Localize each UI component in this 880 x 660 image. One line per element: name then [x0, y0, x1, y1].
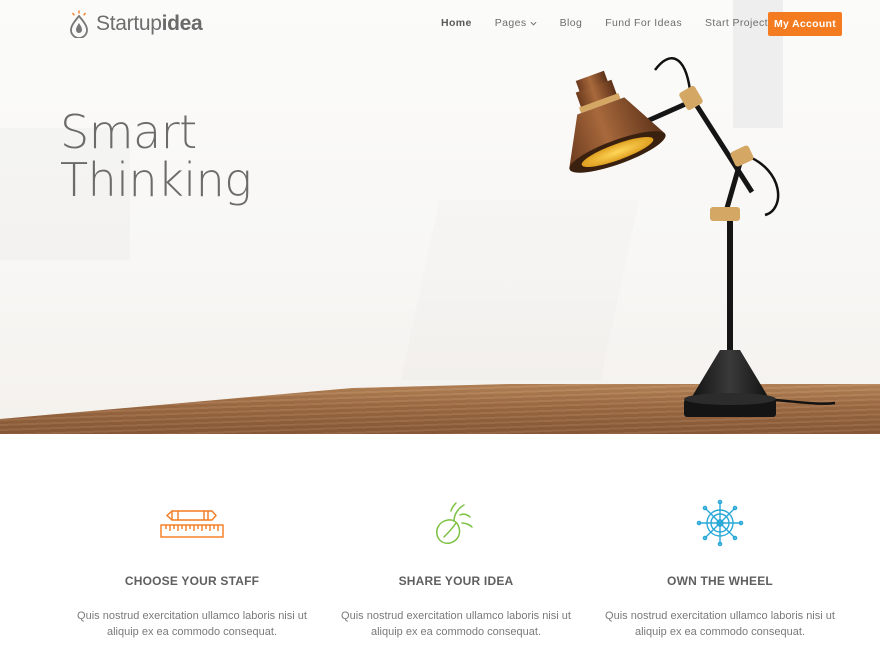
logo-text: Startupidea	[96, 12, 203, 36]
nav-item-label: Pages	[494, 17, 527, 29]
logo-text-bold: idea	[161, 12, 203, 35]
feature-title: OWN THE WHEEL	[667, 574, 773, 588]
site-header: Startupidea Home Pages Blog Fund For Ide…	[0, 0, 880, 48]
feature-description: Quis nostrud exercitation ullamco labori…	[67, 608, 317, 640]
logo-text-regular: Startup	[96, 12, 162, 35]
hero-title-line: Thinking	[60, 153, 252, 207]
ship-wheel-icon	[696, 499, 744, 547]
feature-title: SHARE YOUR IDEA	[398, 574, 514, 588]
feature-description-line: aliquip ex ea commodo consequat.	[107, 626, 277, 638]
feature-description-line: aliquip ex ea commodo consequat.	[371, 626, 541, 638]
nav-item-home[interactable]: Home	[441, 17, 472, 29]
feature-description-line: aliquip ex ea commodo consequat.	[635, 626, 805, 638]
nav-item-pages[interactable]: Pages	[495, 17, 537, 29]
nav-item-fund-for-ideas[interactable]: Fund For Ideas	[605, 17, 682, 29]
ruler-pencil-icon	[160, 510, 224, 538]
desk-lamp-image	[569, 57, 836, 417]
my-account-button[interactable]: My Account	[768, 12, 842, 36]
feature-title: CHOOSE YOUR STAFF	[124, 574, 260, 588]
feature-description: Quis nostrud exercitation ullamco labori…	[331, 608, 581, 640]
main-nav: Home Pages Blog Fund For Ideas Start Pro…	[441, 17, 791, 29]
chevron-down-icon	[530, 21, 537, 26]
seed-sprout-icon	[436, 502, 473, 544]
features-section: CHOOSE YOUR STAFF Quis nostrud exercitat…	[0, 434, 880, 660]
nav-item-blog[interactable]: Blog	[560, 17, 583, 29]
feature-description-line: Quis nostrud exercitation ullamco labori…	[341, 610, 571, 622]
feature-description: Quis nostrud exercitation ullamco labori…	[595, 608, 845, 640]
nav-item-start-project[interactable]: Start Project	[705, 17, 768, 29]
hero-title-line: Smart	[60, 105, 197, 159]
feature-description-line: Quis nostrud exercitation ullamco labori…	[77, 610, 307, 622]
drop-lightbulb-icon	[70, 10, 88, 38]
hero-section: Smart Thinking	[0, 0, 880, 434]
hero-title: Smart Thinking	[60, 108, 340, 204]
site-logo[interactable]: Startupidea	[68, 10, 203, 38]
feature-description-line: Quis nostrud exercitation ullamco labori…	[605, 610, 835, 622]
